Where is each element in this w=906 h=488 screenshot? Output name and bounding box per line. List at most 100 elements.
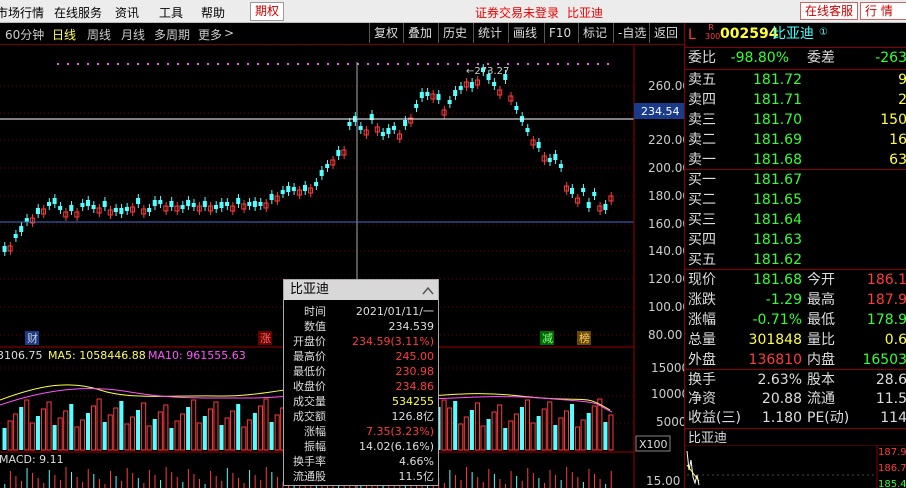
event-dot: [407, 63, 409, 65]
vol-axis-5000: 5000: [656, 415, 684, 429]
stat-label: 今开: [807, 272, 835, 288]
volume-bar: [29, 422, 35, 451]
tooltip-row: 换手率 4.66%: [284, 454, 438, 469]
tooltip-key: 振幅: [304, 440, 326, 453]
menu-news[interactable]: 资讯: [115, 4, 139, 21]
stat-label: 总量: [688, 332, 716, 348]
online-service-button[interactable]: 在线客服: [800, 2, 859, 20]
candle-body: [180, 205, 185, 209]
period-weekly[interactable]: 周线: [87, 26, 111, 43]
stat-row: 涨幅 -0.71% 最低 178.9: [685, 311, 906, 330]
period-multi[interactable]: 多周期: [154, 26, 190, 43]
event-dot: [517, 63, 519, 65]
candle-body: [425, 92, 430, 96]
volume-bar: [263, 398, 269, 451]
ask-volume: 63: [889, 152, 906, 168]
event-dot: [537, 63, 539, 65]
candle-body: [536, 142, 541, 148]
quote-button[interactable]: 行 情: [860, 2, 906, 20]
candle-body: [592, 192, 597, 196]
volume-bar: [69, 404, 74, 450]
marker-jian: 减: [542, 332, 553, 345]
options-tab[interactable]: 期权: [250, 2, 284, 21]
ask-row: 卖一 181.68 63: [685, 151, 906, 170]
price-tick: 180.00: [648, 189, 684, 203]
ask-label: 卖四: [688, 92, 716, 108]
candle-body: [314, 182, 319, 186]
info-circle-icon[interactable]: ①: [819, 23, 828, 42]
event-dot: [237, 63, 239, 65]
stat-value: 178.9: [866, 312, 906, 328]
weicha-value: -263: [875, 50, 906, 66]
history-button[interactable]: 历史: [438, 23, 471, 43]
back-button[interactable]: 返回: [649, 23, 682, 43]
price-tick: 260.00: [648, 79, 684, 93]
volume-bar: [52, 425, 57, 450]
bid-price: 181.63: [753, 232, 802, 248]
chevron-right-icon[interactable]: >: [224, 26, 234, 40]
candle-body: [186, 200, 191, 206]
menu-help[interactable]: 帮助: [201, 4, 225, 21]
login-notice[interactable]: 证券交易未登录: [475, 4, 559, 21]
period-more[interactable]: 更多: [198, 26, 222, 43]
volume-bar: [180, 413, 186, 451]
event-dot: [467, 63, 469, 65]
bid-row: 买五 181.62: [685, 251, 906, 270]
stats-button[interactable]: 统计: [473, 23, 506, 43]
vol-axis-10000: 10000: [651, 387, 684, 401]
volume-bar: [553, 425, 558, 450]
menu-tools[interactable]: 工具: [159, 4, 183, 21]
event-dot: [157, 63, 159, 65]
bid-price: 181.62: [753, 252, 802, 268]
collapse-icon[interactable]: [422, 283, 434, 295]
volume-bar: [586, 413, 591, 450]
bid-price: 181.64: [753, 212, 802, 228]
period-60min[interactable]: 60分钟: [5, 26, 44, 43]
tooltip-value: 126.8亿: [391, 410, 435, 423]
event-dot: [547, 63, 549, 65]
mark-button[interactable]: 标记: [578, 23, 611, 43]
overlay-button[interactable]: 叠加: [403, 23, 436, 43]
bid-label: 买四: [688, 232, 716, 248]
event-dot: [227, 63, 229, 65]
event-dot: [57, 63, 59, 65]
volume-bar: [486, 419, 491, 450]
stat2-label: 净资: [688, 391, 716, 407]
candle-body: [319, 170, 324, 176]
event-dot: [397, 63, 399, 65]
candle-body: [558, 164, 563, 168]
volume-bar: [96, 398, 102, 451]
draw-button[interactable]: 画线: [508, 23, 541, 43]
period-daily[interactable]: 日线: [52, 26, 76, 43]
tooltip-header: 比亚迪: [284, 280, 438, 300]
f10-button[interactable]: F10: [544, 23, 575, 43]
tooltip-row: 涨幅 7.35(3.23%): [284, 424, 438, 439]
tooltip-key: 最低价: [293, 365, 326, 378]
menu-market[interactable]: 市场行情: [0, 4, 44, 21]
menu-online-service[interactable]: 在线服务: [54, 4, 102, 21]
stat-row: 总量 301848 量比 0.6: [685, 331, 906, 350]
stat-value: 136810: [748, 352, 802, 368]
volume-bar: [91, 405, 97, 451]
volume-bar: [79, 419, 85, 451]
candle-body: [247, 202, 252, 206]
candle-body: [85, 200, 91, 206]
volume-bar: [257, 405, 263, 451]
watchlist-button[interactable]: -自选: [613, 23, 650, 43]
candle-body: [124, 207, 129, 211]
menu-stock-name: 比亚迪: [567, 6, 604, 20]
bid-price: 181.65: [753, 192, 802, 208]
candle-body: [419, 92, 424, 98]
adjust-button[interactable]: 复权: [369, 23, 402, 43]
volume-bar: [503, 428, 508, 450]
marker-bang: 榜: [579, 331, 590, 345]
event-dot: [567, 63, 569, 65]
candle-body: [269, 194, 274, 200]
stat-label: 外盘: [688, 352, 716, 368]
period-monthly[interactable]: 月线: [121, 26, 145, 43]
event-dot: [167, 63, 169, 65]
volume-bar: [536, 416, 541, 450]
volume-unit: X100: [639, 438, 668, 451]
candle-body: [136, 198, 141, 204]
candle-body: [469, 82, 474, 88]
